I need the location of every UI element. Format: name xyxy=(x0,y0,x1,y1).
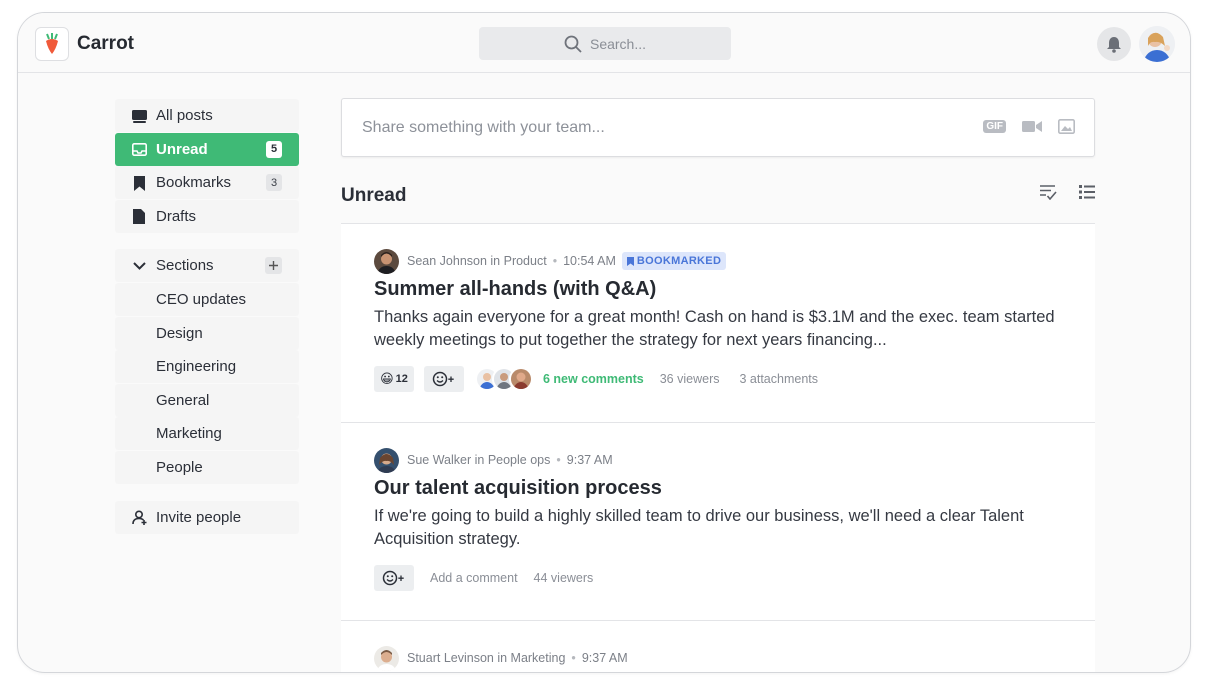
add-reaction-icon xyxy=(432,371,454,387)
sidebar-item-label: All posts xyxy=(156,107,213,124)
add-comment-link[interactable]: Add a comment xyxy=(430,571,518,585)
carrot-logo-icon[interactable] xyxy=(35,27,69,61)
page-title: Unread xyxy=(341,185,407,206)
sidebar-item-label: Drafts xyxy=(156,207,197,225)
bookmarked-badge: BOOKMARKED xyxy=(621,252,727,270)
sidebar-item-label: Unread xyxy=(156,140,208,158)
sidebar-section-engineering[interactable]: Engineering xyxy=(115,350,299,384)
add-reaction-button[interactable] xyxy=(374,565,414,591)
sections-label: Sections xyxy=(156,257,214,275)
app-window: Carrot Search... All posts Unread 5 Book… xyxy=(17,12,1191,673)
commenter-avatars[interactable] xyxy=(475,367,533,391)
app-title: Carrot xyxy=(77,33,135,54)
sidebar-item-unread[interactable]: Unread 5 xyxy=(115,132,299,166)
section-label: Engineering xyxy=(156,358,237,376)
inbox-icon xyxy=(131,142,147,158)
chevron-down-icon xyxy=(131,258,147,274)
search-placeholder: Search... xyxy=(589,35,647,52)
sections-toggle[interactable]: Sections xyxy=(115,249,299,283)
post-meta: Sue Walker in People ops • 9:37 AM xyxy=(374,447,1062,473)
new-comments-link[interactable]: 6 new comments xyxy=(543,372,644,386)
post-author[interactable]: Sue Walker in People ops xyxy=(407,453,550,467)
avatar xyxy=(509,367,533,391)
post-meta: Sean Johnson in Product • 10:54 AM BOOKM… xyxy=(374,248,1062,274)
draft-icon xyxy=(131,209,147,225)
attachments-link[interactable]: 3 attachments xyxy=(739,372,818,386)
post-title[interactable]: Summer all-hands (with Q&A) xyxy=(374,278,1062,301)
invite-icon xyxy=(131,510,147,526)
post-title[interactable]: Our talent acquisition process xyxy=(374,477,1062,500)
sidebar-section-people[interactable]: People xyxy=(115,450,299,484)
viewers-count[interactable]: 44 viewers xyxy=(534,571,594,585)
section-label: Marketing xyxy=(156,425,222,443)
notifications-button[interactable] xyxy=(1097,27,1131,61)
bell-icon xyxy=(1107,36,1121,53)
feed-header: Unread xyxy=(341,157,1095,224)
user-avatar[interactable] xyxy=(1139,26,1175,62)
section-label: General xyxy=(156,391,210,409)
avatar[interactable] xyxy=(374,447,399,473)
post-time: 10:54 AM xyxy=(563,254,616,268)
posts-icon xyxy=(131,108,147,124)
avatar[interactable] xyxy=(374,645,399,671)
post-actions: 😀 12 6 new comments 36 viewers 3 attachm… xyxy=(374,366,1062,392)
reaction-button[interactable]: 😀 12 xyxy=(374,366,414,392)
bookmarks-count-badge: 3 xyxy=(266,174,282,192)
top-bar: Carrot Search... xyxy=(18,13,1190,73)
search-bar[interactable]: Search... xyxy=(479,27,731,60)
search-icon xyxy=(564,35,582,53)
invite-people-button[interactable]: Invite people xyxy=(115,500,299,534)
section-label: CEO updates xyxy=(156,290,247,308)
post-author[interactable]: Stuart Levinson in Marketing xyxy=(407,651,565,665)
list-view-icon[interactable] xyxy=(1079,185,1095,199)
post-author[interactable]: Sean Johnson in Product xyxy=(407,254,547,268)
post-time: 9:37 AM xyxy=(566,453,613,467)
sidebar-section-marketing[interactable]: Marketing xyxy=(115,417,299,451)
post-card[interactable]: Sue Walker in People ops • 9:37 AM Our t… xyxy=(341,423,1095,621)
sidebar-item-label: Bookmarks xyxy=(156,174,232,192)
sidebar-section-ceo-updates[interactable]: CEO updates xyxy=(115,282,299,316)
post-composer[interactable]: Share something with your team... GIF xyxy=(341,98,1095,157)
add-section-button[interactable] xyxy=(265,257,282,275)
avatar[interactable] xyxy=(374,248,399,274)
plus-icon xyxy=(269,261,278,271)
sidebar-item-drafts[interactable]: Drafts xyxy=(115,199,299,233)
post-body: Thanks again everyone for a great month!… xyxy=(374,308,1055,349)
composer-placeholder: Share something with your team... xyxy=(362,119,605,136)
sidebar: All posts Unread 5 Bookmarks 3 Drafts Se… xyxy=(115,99,299,534)
section-label: People xyxy=(156,458,203,476)
mark-read-icon[interactable] xyxy=(1040,185,1057,200)
main-content: Share something with your team... GIF Un… xyxy=(341,98,1095,672)
sidebar-item-label: Invite people xyxy=(156,508,242,526)
add-reaction-button[interactable] xyxy=(424,366,464,392)
post-actions: Add a comment 44 viewers xyxy=(374,565,1062,591)
sidebar-section-design[interactable]: Design xyxy=(115,316,299,350)
reaction-count: 12 xyxy=(395,373,408,385)
unread-count-badge: 5 xyxy=(266,140,282,158)
post-body: If we're going to build a highly skilled… xyxy=(374,507,1024,548)
image-icon[interactable] xyxy=(1058,119,1075,134)
section-label: Design xyxy=(156,324,203,342)
viewers-count[interactable]: 36 viewers xyxy=(660,372,720,386)
post-time: 9:37 AM xyxy=(581,651,628,665)
post-meta: Stuart Levinson in Marketing • 9:37 AM xyxy=(374,645,1062,671)
post-card[interactable]: Stuart Levinson in Marketing • 9:37 AM xyxy=(341,621,1095,672)
post-card[interactable]: Sean Johnson in Product • 10:54 AM BOOKM… xyxy=(341,224,1095,423)
sidebar-item-bookmarks[interactable]: Bookmarks 3 xyxy=(115,166,299,200)
sidebar-item-all-posts[interactable]: All posts xyxy=(115,99,299,132)
reaction-emoji: 😀 xyxy=(380,371,394,386)
video-icon[interactable] xyxy=(1022,120,1042,133)
bookmark-icon xyxy=(626,256,634,266)
sidebar-section-general[interactable]: General xyxy=(115,383,299,417)
bookmark-icon xyxy=(131,175,147,191)
gif-icon[interactable]: GIF xyxy=(983,120,1006,133)
add-reaction-icon xyxy=(382,570,404,586)
